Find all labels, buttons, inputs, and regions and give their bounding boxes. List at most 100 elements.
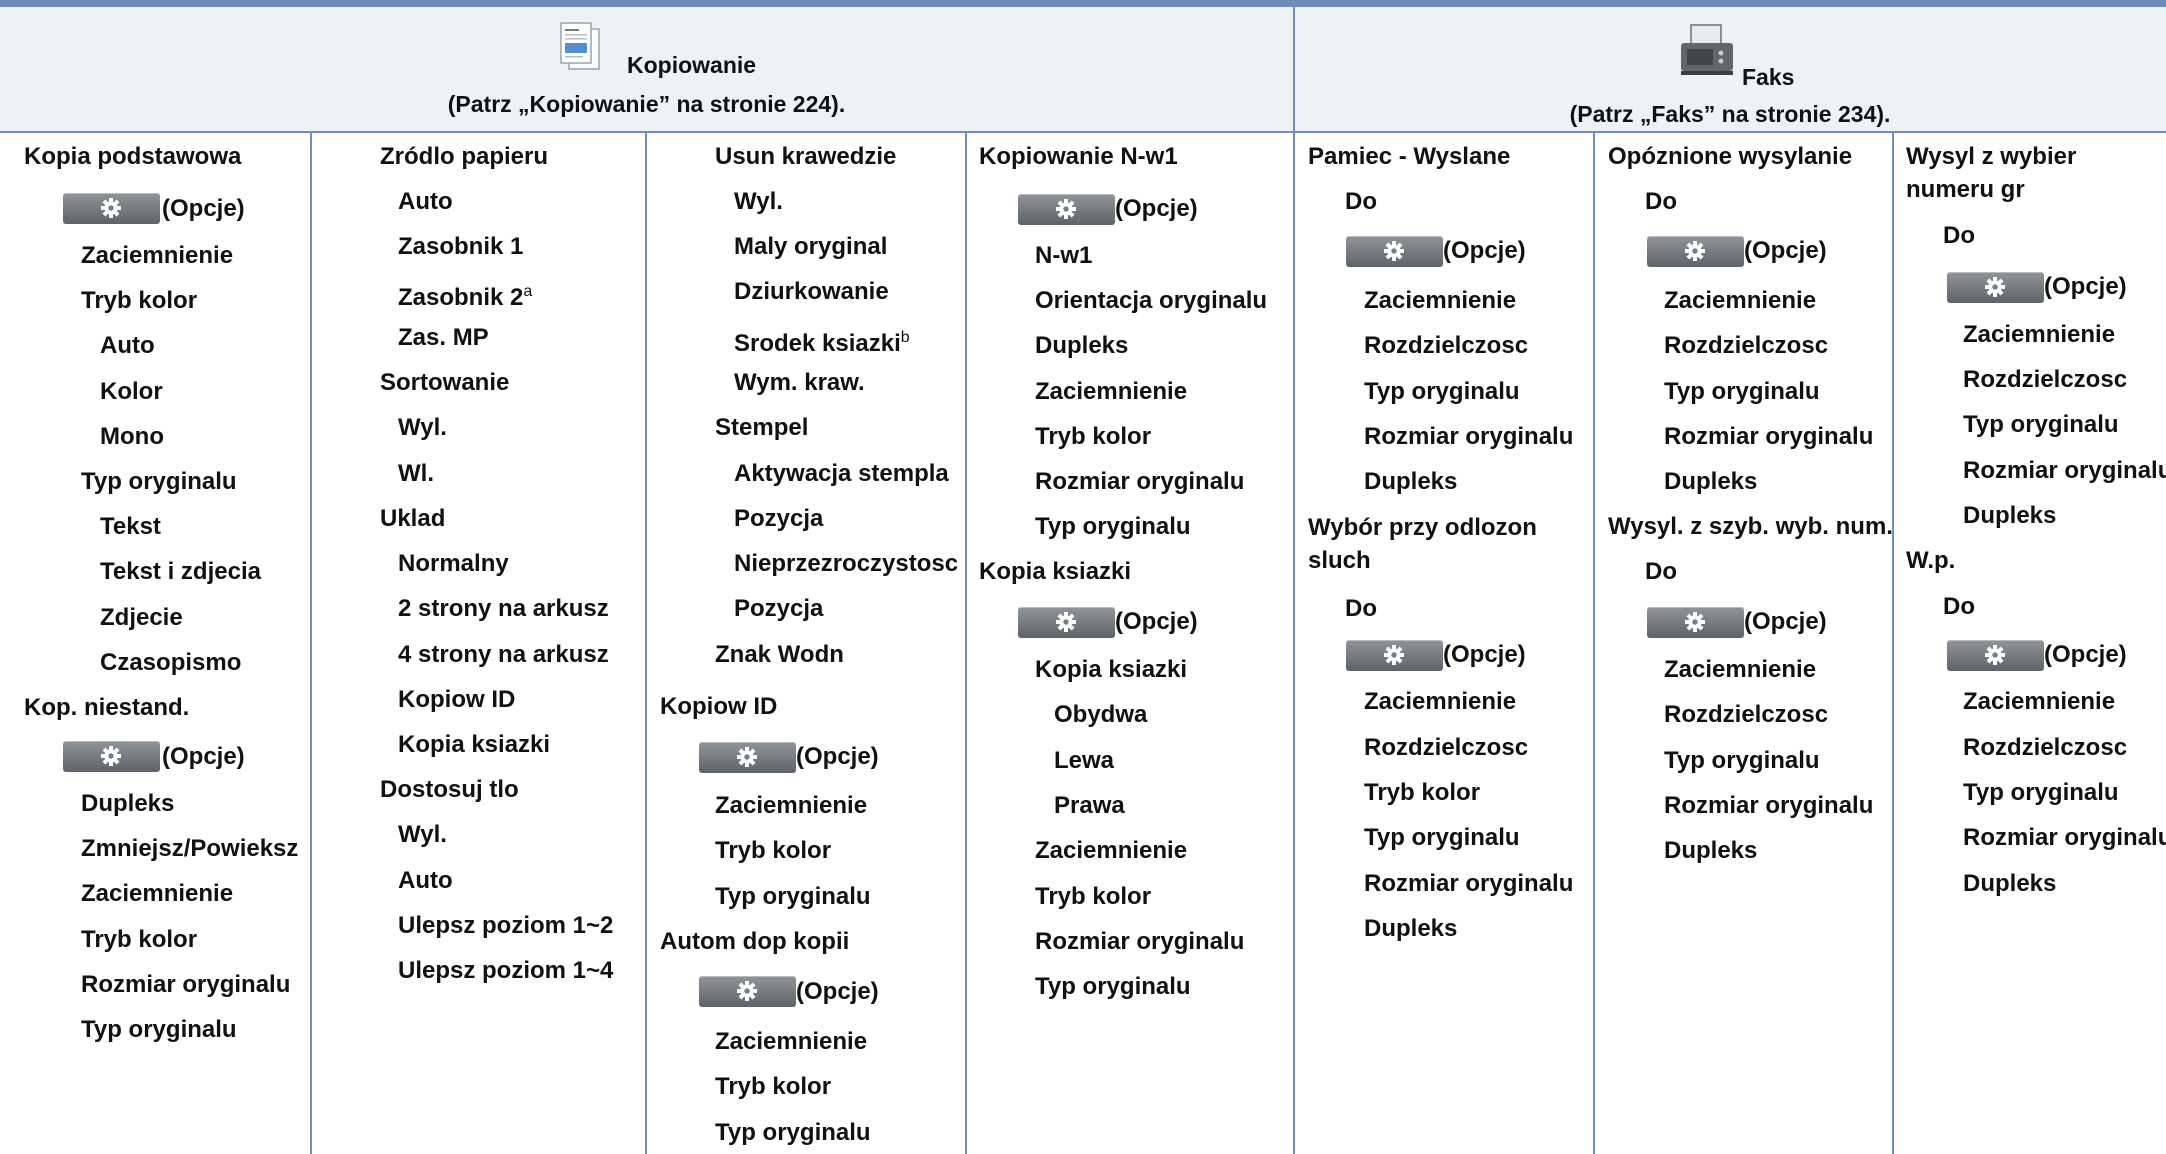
menu-item: Do <box>1943 222 1975 249</box>
copy-reference: (Patrz „Kopiowanie” na stronie 224). <box>447 91 846 117</box>
fax-title: Faks <box>1742 64 1795 90</box>
menu-item: Wyl. <box>398 821 447 848</box>
menu-item: Rozmiar oryginalu <box>1035 928 1245 955</box>
menu-item: 4 strony na arkusz <box>398 641 609 668</box>
menu-item: Zaciemnienie <box>1364 688 1517 715</box>
menu-item: Wyl. <box>734 188 783 215</box>
menu-item: Typ oryginalu <box>1035 973 1191 1000</box>
menu-item: Typ oryginalu <box>1963 411 2119 438</box>
menu-item: Maly oryginal <box>734 233 888 260</box>
menu-item: Zasobnik 2a <box>398 277 532 313</box>
menu-item: Autom dop kopii <box>660 928 850 955</box>
menu-item: Dupleks <box>1035 332 1129 359</box>
options-button[interactable] <box>1346 640 1443 671</box>
menu-item: Kopia ksiazki <box>979 558 1132 585</box>
options-button[interactable] <box>63 193 160 224</box>
gear-icon <box>1985 277 2005 297</box>
options-button[interactable] <box>1018 194 1115 225</box>
options-button[interactable] <box>1947 272 2044 303</box>
options-button[interactable] <box>63 741 160 772</box>
menu-item: Pozycja <box>734 595 824 622</box>
options-button[interactable] <box>1647 236 1744 267</box>
menu-item: Kopiow ID <box>660 693 778 720</box>
options-button[interactable] <box>1947 640 2044 671</box>
footnote-marker: a <box>523 283 533 300</box>
gear-icon <box>1384 645 1404 665</box>
menu-item: Nieprzezroczystosc <box>734 550 959 577</box>
menu-item: Wyl. <box>398 414 447 441</box>
menu-item: Auto <box>398 867 453 894</box>
menu-item: Rozdzielczosc <box>1963 734 2128 761</box>
menu-item: Kolor <box>100 378 163 405</box>
menu-item: Typ oryginalu <box>1035 513 1191 540</box>
menu-item: Srodek ksiazkib <box>734 323 910 359</box>
menu-item: Typ oryginalu <box>715 1119 871 1146</box>
gear-icon <box>101 198 121 218</box>
menu-item: Dupleks <box>1364 915 1458 942</box>
options-button[interactable] <box>1018 607 1115 638</box>
menu-item: Typ oryginalu <box>715 883 871 910</box>
menu-item: Zaciemnienie <box>1963 688 2116 715</box>
menu-item-label: Srodek ksiazki <box>734 330 901 357</box>
menu-item: Zas. MP <box>398 324 489 351</box>
menu-item: Rozdzielczosc <box>1664 701 1829 728</box>
menu-item: Tryb kolor <box>715 837 832 864</box>
menu-item: Mono <box>100 423 164 450</box>
menu-item: Rozmiar oryginalu <box>1664 423 1874 450</box>
menu-item: Zasobnik 1 <box>398 233 524 260</box>
menu-item: Do <box>1943 593 1975 620</box>
copy-title: Kopiowanie <box>627 52 757 78</box>
menu-item: Zaciemnienie <box>715 1028 868 1055</box>
menu-item: Rozmiar oryginalu <box>1963 824 2166 851</box>
options-button[interactable] <box>1647 607 1744 638</box>
column-divider <box>310 132 312 1154</box>
menu-item: Zaciemnienie <box>81 242 234 269</box>
menu-item: Dupleks <box>1664 468 1758 495</box>
menu-item: Kopia podstawowa <box>24 143 242 170</box>
menu-item: Zaciemnienie <box>81 880 234 907</box>
menu-item: Wl. <box>398 460 434 487</box>
options-button[interactable] <box>699 742 796 773</box>
menu-item: Zmniejsz/Powieksz <box>81 835 299 862</box>
gear-icon <box>1985 645 2005 665</box>
menu-item: Rozmiar oryginalu <box>1364 423 1574 450</box>
menu-item: Rozdzielczosc <box>1364 332 1529 359</box>
options-label: (Opcje) <box>1443 641 1526 668</box>
options-label: (Opcje) <box>162 195 245 222</box>
menu-item: Normalny <box>398 550 509 577</box>
options-label: (Opcje) <box>2044 641 2127 668</box>
gear-icon <box>1685 612 1705 632</box>
column-divider <box>1593 132 1595 1154</box>
menu-item: Dupleks <box>81 790 175 817</box>
column-divider <box>1892 132 1894 1154</box>
fax-header: Faks (Patrz „Faks” na stronie 234). <box>1294 7 2166 131</box>
menu-item: Uklad <box>380 505 446 532</box>
menu-item: Prawa <box>1054 792 1125 819</box>
menu-item: Wysyl z wybier numeru gr <box>1906 143 2077 203</box>
menu-item: Zaciemnienie <box>1364 287 1517 314</box>
menu-item: Orientacja oryginalu <box>1035 287 1268 314</box>
menu-item: Rozdzielczosc <box>1664 332 1829 359</box>
menu-item: Kopia ksiazki <box>398 731 551 758</box>
options-button[interactable] <box>1346 236 1443 267</box>
menu-item: Tryb kolor <box>81 287 198 314</box>
options-label: (Opcje) <box>1115 608 1198 635</box>
menu-item: Typ oryginalu <box>81 468 237 495</box>
menu-item: Dostosuj tlo <box>380 776 519 803</box>
column-divider <box>1293 132 1295 1154</box>
table-header: Kopiowanie (Patrz „Kopiowanie” na stroni… <box>0 7 2166 133</box>
menu-item: N-w1 <box>1035 242 1093 269</box>
menu-item: Typ oryginalu <box>1364 824 1520 851</box>
options-label: (Opcje) <box>162 743 245 770</box>
menu-item: Wysyl. z szyb. wyb. num. <box>1608 513 1893 540</box>
options-button[interactable] <box>699 976 796 1007</box>
menu-item: Zródlo papieru <box>380 143 548 170</box>
menu-item: Usun krawedzie <box>715 143 897 170</box>
menu-item: Do <box>1345 595 1377 622</box>
menu-item: Lewa <box>1054 747 1115 774</box>
options-label: (Opcje) <box>1744 237 1827 264</box>
menu-item: Rozmiar oryginalu <box>1963 457 2166 484</box>
menu-item: Do <box>1645 188 1677 215</box>
menu-item: Zaciemnienie <box>1963 321 2116 348</box>
gear-icon <box>1056 612 1076 632</box>
